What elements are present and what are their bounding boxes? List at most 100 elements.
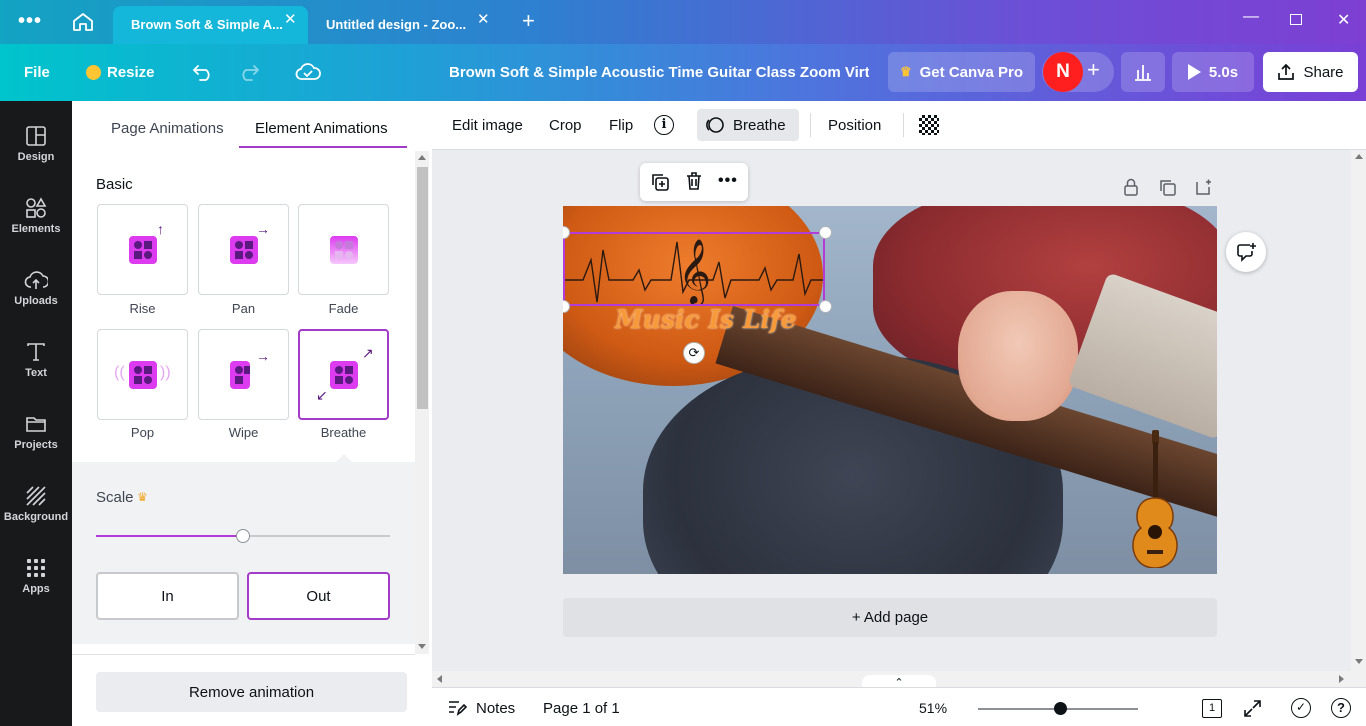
crop-button[interactable]: Crop [549,117,582,134]
design-icon [26,126,46,146]
sidebar-item-apps[interactable]: Apps [0,543,72,615]
design-page[interactable]: 𝄞 Music Is Life ⟳ [563,206,1217,574]
tab-brown-soft[interactable]: Brown Soft & Simple A... [113,6,308,44]
scroll-up-icon[interactable] [418,155,426,160]
file-menu[interactable]: File [24,64,50,81]
tab-untitled-design[interactable]: Untitled design - Zoo... [308,6,500,44]
animation-fade[interactable] [298,204,389,295]
music-is-life-text[interactable]: Music Is Life [615,305,797,334]
animation-wipe[interactable]: → [198,329,289,420]
panel-scrollbar-thumb[interactable] [417,167,428,409]
canvas-vertical-scrollbar[interactable] [1351,150,1366,671]
redo-icon[interactable] [238,63,260,81]
avatar-initial: N [1056,61,1070,82]
new-tab-icon[interactable]: + [522,8,535,34]
position-button[interactable]: Position [828,117,881,134]
notes-button[interactable]: Notes [476,700,515,717]
more-options-icon[interactable]: ••• [718,172,738,190]
canvas-area: ••• 𝄞 Music Is Life ⟳ + Add page ⌃ [432,150,1366,689]
edit-toolbar: Edit image Crop Flip i Breathe Position [432,101,1366,150]
share-button[interactable]: Share [1263,52,1358,92]
lock-icon[interactable] [1123,178,1139,196]
add-page-icon[interactable] [1195,178,1213,196]
sidebar-item-design[interactable]: Design [0,111,72,183]
fullscreen-icon[interactable] [1243,699,1262,718]
left-sidebar: Design Elements Uploads Text Projects Ba… [0,101,72,726]
zoom-level[interactable]: 51% [919,700,947,716]
acoustic-guitar-graphic[interactable] [1123,428,1187,568]
add-page-label: + Add page [851,609,929,626]
animation-label: Rise [129,301,156,316]
sidebar-item-uploads[interactable]: Uploads [0,255,72,327]
out-button[interactable]: Out [247,572,390,620]
animation-pop[interactable]: (( )) [97,329,188,420]
animation-breathe[interactable]: ↗ ↙ [298,329,389,420]
animation-pan[interactable]: → [198,204,289,295]
insights-button[interactable] [1121,52,1165,92]
flip-button[interactable]: Flip [609,117,633,134]
remove-animation-button[interactable]: Remove animation [96,672,407,712]
scroll-up-icon[interactable] [1355,154,1363,159]
sidebar-item-elements[interactable]: Elements [0,183,72,255]
close-tab-icon[interactable]: ✕ [477,10,490,28]
animation-label: Pan [231,301,256,316]
maximize-icon[interactable] [1290,14,1302,25]
pan-preview-icon [230,236,258,264]
scroll-left-icon[interactable] [437,675,442,683]
animation-label: Pop [130,425,155,440]
tab-element-animations[interactable]: Element Animations [255,120,388,137]
add-comment-button[interactable] [1226,232,1266,272]
share-icon [1278,63,1295,80]
check-icon[interactable]: ✓ [1291,698,1311,718]
help-icon[interactable]: ? [1331,698,1351,718]
avatar[interactable]: N [1043,52,1083,92]
trash-icon[interactable] [684,171,704,191]
page-indicator[interactable]: Page 1 of 1 [543,700,620,717]
share-label: Share [1303,63,1344,81]
sidebar-item-background[interactable]: Background [0,471,72,543]
cloud-sync-icon[interactable] [295,61,321,83]
page-count-icon[interactable]: 1 [1202,699,1222,718]
notes-icon[interactable] [447,699,467,717]
transparency-icon[interactable] [919,115,939,135]
selection-box [563,232,825,306]
sidebar-item-projects[interactable]: Projects [0,399,72,471]
scale-label: Scale [96,489,134,506]
wipe-preview-icon [230,361,250,389]
resize-button[interactable]: Resize [107,64,155,81]
present-button[interactable]: 5.0s [1172,52,1254,92]
rotate-handle-icon[interactable]: ⟳ [683,342,705,364]
minimize-icon[interactable]: — [1243,8,1259,26]
home-icon[interactable] [72,12,94,32]
scale-slider-thumb[interactable] [236,529,250,543]
animation-rise[interactable]: ↑ [97,204,188,295]
breathe-animation-button[interactable]: Breathe [697,109,799,141]
tab-page-animations[interactable]: Page Animations [111,120,224,137]
get-canva-pro-button[interactable]: ♛ Get Canva Pro [888,52,1035,92]
resize-handle-bottom-right[interactable] [819,300,832,313]
close-tab-icon[interactable]: ✕ [284,10,297,28]
info-icon[interactable]: i [654,115,674,135]
title-bar: ••• Brown Soft & Simple A... ✕ Untitled … [0,0,1366,44]
scroll-down-icon[interactable] [418,644,426,649]
zoom-slider-thumb[interactable] [1053,702,1067,715]
scroll-right-icon[interactable] [1339,675,1344,683]
animation-label: Wipe [228,425,259,440]
resize-handle-top-right[interactable] [819,226,832,239]
undo-icon[interactable] [192,63,214,81]
document-title[interactable]: Brown Soft & Simple Acoustic Time Guitar… [449,64,869,81]
duplicate-icon[interactable] [650,172,670,192]
tab-label: Brown Soft & Simple A... [131,17,283,32]
scroll-down-icon[interactable] [1355,659,1363,664]
in-button[interactable]: In [96,572,239,620]
projects-icon [26,417,46,432]
sidebar-item-text[interactable]: Text [0,327,72,399]
toolbar-divider [810,113,811,137]
add-collaborator-icon[interactable]: + [1087,57,1100,83]
duplicate-page-icon[interactable] [1159,179,1177,197]
menu-dots-icon[interactable]: ••• [18,10,42,33]
canva-pro-label: Get Canva Pro [919,63,1024,81]
edit-image-button[interactable]: Edit image [452,117,523,134]
close-window-icon[interactable]: ✕ [1337,10,1350,30]
add-page-button[interactable]: + Add page [563,598,1217,637]
